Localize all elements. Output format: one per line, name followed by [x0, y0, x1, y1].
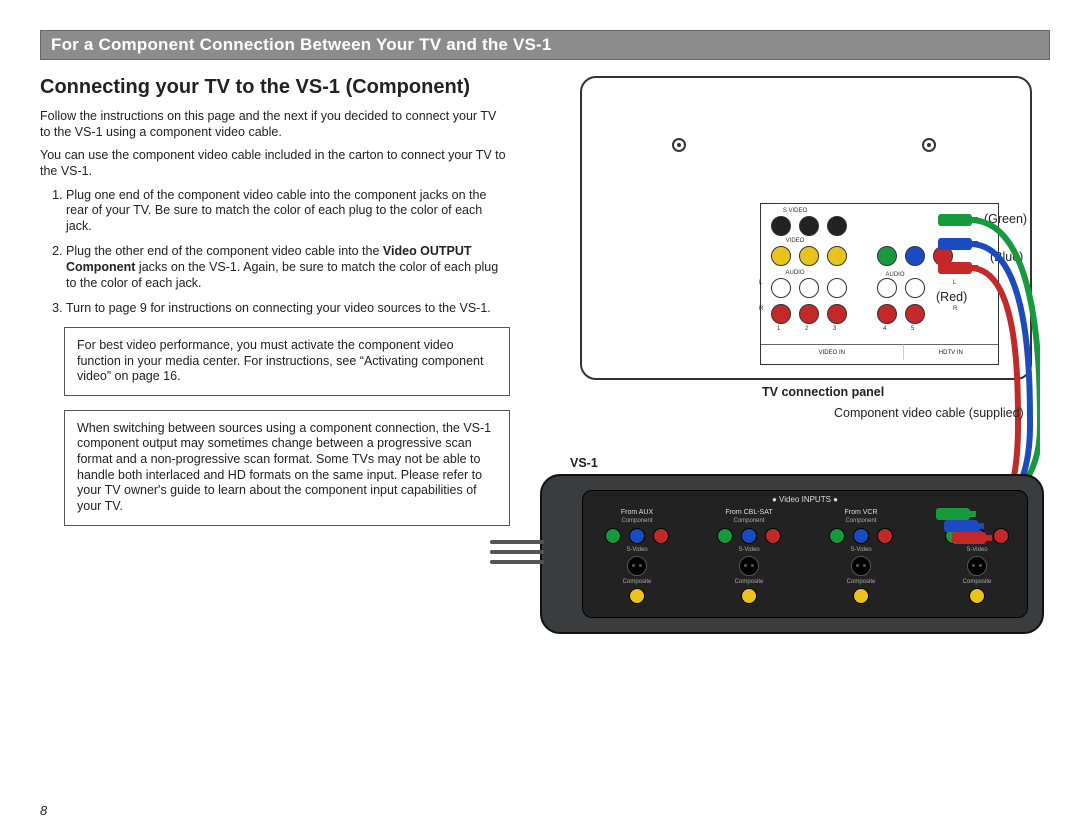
rca-jack-icon [877, 278, 897, 298]
vs1-svideo-label: S-Video [587, 547, 687, 553]
vs1-sub-label: Component [811, 518, 911, 524]
panel-col-num: 2 [805, 326, 808, 332]
cable-plug-blue-icon [938, 238, 972, 250]
vs1-input-vcr: From VCR Component S-Video Composite [811, 509, 911, 619]
rca-jack-icon [877, 304, 897, 324]
panel-label-r: R [953, 306, 957, 312]
panel-label-l: L [759, 280, 762, 286]
page-number: 8 [40, 803, 47, 818]
rca-jack-icon [629, 588, 645, 604]
rca-jack-icon [827, 278, 847, 298]
step-2-text-a: Plug the other end of the component vide… [66, 244, 383, 258]
rca-jack-icon [765, 528, 781, 544]
vs1-title: ● Video INPUTS ● [583, 495, 1027, 504]
rca-jack-icon [877, 528, 893, 544]
rca-jack-icon [771, 278, 791, 298]
svideo-jack-icon [627, 556, 647, 576]
vs1-sub-label: Component [699, 518, 799, 524]
component-cable-caption: Component video cable (supplied) [834, 406, 1024, 421]
rca-jack-icon [969, 588, 985, 604]
rca-jack-icon [829, 528, 845, 544]
callout-performance: For best video performance, you must act… [64, 327, 510, 396]
rca-jack-icon [741, 588, 757, 604]
intro-paragraph-1: Follow the instructions on this page and… [40, 109, 510, 140]
vs1-composite-label: Composite [931, 579, 1023, 585]
panel-foot-video-in: VIDEO IN [761, 344, 903, 360]
rca-jack-icon [653, 528, 669, 544]
cable-plug-red-icon [952, 532, 986, 544]
mount-hole-icon [922, 138, 936, 152]
rca-jack-icon [741, 528, 757, 544]
vs1-device: ● Video INPUTS ● From AUX Component S-Vi… [540, 474, 1044, 634]
rca-jack-icon [905, 304, 925, 324]
steps-list: Plug one end of the component video cabl… [40, 188, 510, 317]
rca-jack-icon [827, 246, 847, 266]
vs1-composite-label: Composite [811, 579, 911, 585]
cable-plug-blue-icon [944, 520, 978, 532]
rca-jack-icon [799, 278, 819, 298]
vs1-composite-label: Composite [699, 579, 799, 585]
panel-label-r: R [759, 306, 763, 312]
vs1-input-cblsat: From CBL-SAT Component S-Video Composite [699, 509, 799, 619]
rca-jack-icon [827, 304, 847, 324]
component-blue-jack-icon [905, 246, 925, 266]
cable-plug-green-icon [936, 508, 970, 520]
cable-plug-green-icon [938, 214, 972, 226]
tv-connection-panel: S VIDEO VIDEO [760, 203, 999, 365]
vs1-cable-tail-icon [490, 536, 544, 572]
svideo-jack-icon [799, 216, 819, 236]
panel-col-num: 3 [833, 326, 836, 332]
tv-outline: S VIDEO VIDEO [580, 76, 1032, 380]
vs1-svideo-label: S-Video [699, 547, 799, 553]
panel-label-video: VIDEO [765, 238, 825, 244]
rca-jack-icon [605, 528, 621, 544]
rca-jack-icon [717, 528, 733, 544]
rca-jack-icon [853, 528, 869, 544]
cable-label-red: (Red) [936, 290, 967, 304]
rca-jack-icon [771, 304, 791, 324]
vs1-sub-label: Component [587, 518, 687, 524]
mount-hole-icon [672, 138, 686, 152]
cable-label-blue: (Blue) [990, 250, 1023, 264]
rca-jack-icon [771, 246, 791, 266]
cable-plug-red-icon [938, 262, 972, 274]
step-2: Plug the other end of the component vide… [66, 244, 510, 291]
vs1-col-label: From AUX [587, 509, 687, 516]
panel-label-l: L [953, 280, 956, 286]
step-3: Turn to page 9 for instructions on conne… [66, 301, 510, 317]
vs1-col-label: From CBL-SAT [699, 509, 799, 516]
svideo-jack-icon [739, 556, 759, 576]
rca-jack-icon [629, 528, 645, 544]
tv-panel-caption: TV connection panel [762, 385, 884, 399]
connection-diagram: S VIDEO VIDEO [540, 76, 1040, 646]
rca-jack-icon [905, 278, 925, 298]
component-green-jack-icon [877, 246, 897, 266]
section-header: For a Component Connection Between Your … [40, 30, 1050, 60]
vs1-svideo-label: S-Video [811, 547, 911, 553]
svideo-jack-icon [827, 216, 847, 236]
section-title: Connecting your TV to the VS-1 (Componen… [40, 76, 510, 99]
callout-switching: When switching between sources using a c… [64, 410, 510, 526]
cable-label-green: (Green) [984, 212, 1027, 226]
vs1-svideo-label: S-Video [931, 547, 1023, 553]
rca-jack-icon [853, 588, 869, 604]
svideo-jack-icon [851, 556, 871, 576]
rca-jack-icon [799, 304, 819, 324]
vs1-composite-label: Composite [587, 579, 687, 585]
vs1-caption: VS-1 [570, 456, 598, 470]
svideo-jack-icon [771, 216, 791, 236]
svideo-jack-icon [967, 556, 987, 576]
vs1-input-aux: From AUX Component S-Video Composite [587, 509, 687, 619]
intro-paragraph-2: You can use the component video cable in… [40, 148, 510, 179]
panel-label-svideo: S VIDEO [765, 208, 825, 214]
panel-col-num: 1 [777, 326, 780, 332]
panel-col-num: 5 [911, 326, 914, 332]
panel-label-audio: AUDIO [765, 270, 825, 276]
panel-col-num: 4 [883, 326, 886, 332]
vs1-col-label: From VCR [811, 509, 911, 516]
panel-foot-hdtv-in: HDTV IN [903, 344, 998, 360]
rca-jack-icon [993, 528, 1009, 544]
rca-jack-icon [799, 246, 819, 266]
step-1: Plug one end of the component video cabl… [66, 188, 510, 235]
